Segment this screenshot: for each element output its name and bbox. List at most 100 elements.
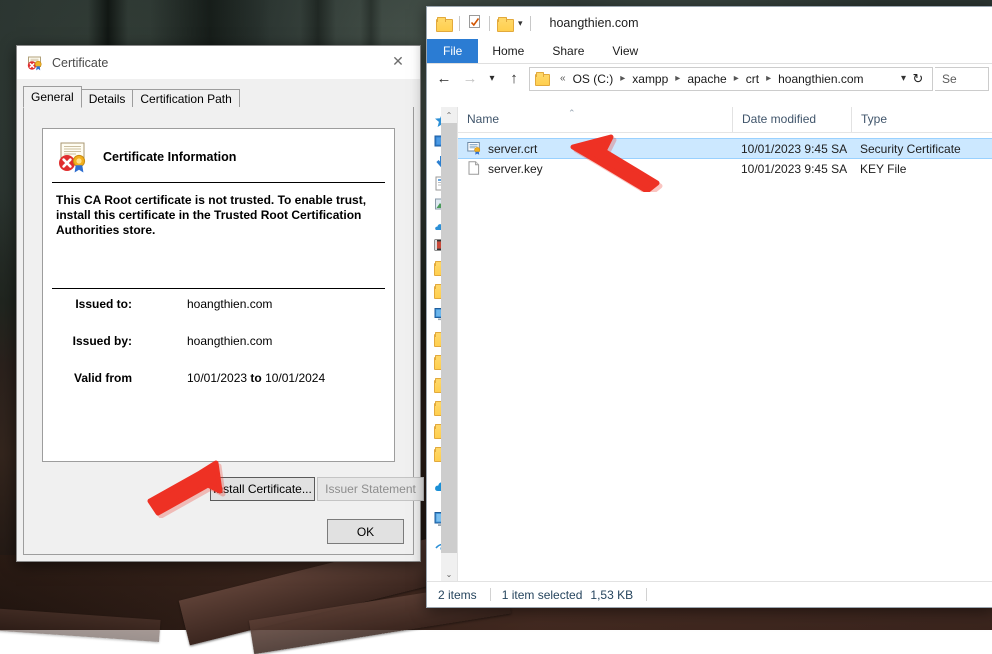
breadcrumb-separator[interactable]: ▸ <box>728 73 745 84</box>
breadcrumb-separator[interactable]: ▸ <box>760 73 777 84</box>
certificate-fields: Issued to: hoangthien.com Issued by: hoa… <box>43 297 394 408</box>
file-date-modified: 10/01/2023 9:45 SA <box>741 161 848 176</box>
search-input[interactable]: Se <box>935 66 989 91</box>
chevron-down-icon[interactable]: ▾ <box>518 18 523 29</box>
certificate-title-bar: Certificate ✕ <box>17 46 420 79</box>
explorer-content: ⌃ ⌄ Name Date modified Type ⌃ server.crt… <box>427 107 992 582</box>
sort-ascending-icon: ⌃ <box>568 108 576 118</box>
breadcrumb-separator[interactable]: ▸ <box>614 73 631 84</box>
field-issued-to: Issued to: hoangthien.com <box>43 297 394 334</box>
chevron-down-icon-recent[interactable]: ▾ <box>483 67 501 91</box>
certificate-tabs: General Details Certification Path <box>23 86 414 108</box>
divider-top <box>52 182 385 183</box>
certificate-info-title: Certificate Information <box>103 150 237 164</box>
navigation-pane-scrollbar[interactable]: ⌃ ⌄ <box>441 107 457 582</box>
install-certificate-button[interactable]: Install Certificate... <box>210 477 315 501</box>
toolbar-separator <box>459 15 460 31</box>
file-name-cell[interactable]: server.crt <box>458 141 732 156</box>
item-count: 2 items <box>438 587 477 602</box>
quick-access-toolbar: ▾ <box>427 14 538 32</box>
certificate-warning-text: This CA Root certificate is not trusted.… <box>56 193 367 237</box>
scroll-down-icon[interactable]: ⌄ <box>441 566 457 582</box>
certificate-dialog-body: General Details Certification Path Certi… <box>17 79 424 561</box>
valid-from-date: 10/01/2023 <box>187 371 248 385</box>
tab-certification-path[interactable]: Certification Path <box>132 89 240 108</box>
column-headers: Name Date modified Type ⌃ <box>458 107 992 133</box>
ribbon-tab-strip: File Home Share View <box>427 39 992 63</box>
file-explorer-window: ▾ hoangthien.com File Home Share View ← … <box>426 6 992 608</box>
divider-bottom <box>52 288 385 289</box>
file-type: KEY File <box>860 161 907 176</box>
valid-to-date: 10/01/2024 <box>265 371 326 385</box>
valid-to-label: to <box>250 371 262 385</box>
column-header-date-modified[interactable]: Date modified <box>732 107 851 132</box>
file-name: server.key <box>488 161 543 176</box>
status-divider <box>489 588 491 601</box>
validity-value: 10/01/2023 to 10/01/2024 <box>187 371 325 385</box>
file-name-cell[interactable]: server.key <box>458 161 732 176</box>
tab-view[interactable]: View <box>598 39 652 63</box>
toolbar-separator-3 <box>529 15 531 31</box>
breadcrumb[interactable]: « OS (C:) ▸ xampp ▸ apache ▸ crt ▸ hoang… <box>529 66 933 91</box>
breadcrumb-separator[interactable]: ▸ <box>669 73 686 84</box>
refresh-icon[interactable]: ↻ <box>908 71 928 87</box>
certificate-icon <box>27 55 43 71</box>
tab-general[interactable]: General <box>23 86 82 108</box>
breadcrumb-item-hoangthien[interactable]: hoangthien.com <box>777 72 864 86</box>
field-issued-by: Issued by: hoangthien.com <box>43 334 394 371</box>
certificate-file-icon <box>467 141 481 156</box>
navigation-pane: ⌃ ⌄ <box>427 107 457 582</box>
tab-file[interactable]: File <box>427 39 479 63</box>
selection-info: 1 item selected <box>501 587 583 602</box>
column-header-type[interactable]: Type <box>851 107 991 132</box>
tab-share[interactable]: Share <box>538 39 598 63</box>
status-divider-2 <box>646 588 648 601</box>
breadcrumb-item-apache[interactable]: apache <box>686 72 727 86</box>
file-name: server.crt <box>488 141 538 156</box>
tab-home[interactable]: Home <box>478 39 538 63</box>
tab-details[interactable]: Details <box>80 89 134 108</box>
explorer-title-bar: ▾ hoangthien.com <box>427 7 992 39</box>
issued-by-label: Issued by: <box>72 334 132 348</box>
scrollbar-thumb[interactable] <box>441 123 457 553</box>
status-bar: 2 items 1 item selected 1,53 KB <box>427 581 992 607</box>
address-bar: ← → ▾ ↑ « OS (C:) ▸ xampp ▸ apache ▸ crt… <box>427 64 992 93</box>
column-header-name[interactable]: Name <box>458 107 732 132</box>
issued-to-value: hoangthien.com <box>187 297 273 311</box>
certificate-info-header: Certificate Information <box>57 141 236 173</box>
close-icon[interactable]: ✕ <box>376 46 420 77</box>
breadcrumb-item-xampp[interactable]: xampp <box>631 72 669 86</box>
chevron-down-icon-address[interactable]: ▾ <box>901 73 906 84</box>
explorer-window-title: hoangthien.com <box>549 16 639 30</box>
certificate-dialog-title: Certificate <box>52 55 109 70</box>
breadcrumb-item-os-c[interactable]: OS (C:) <box>572 72 615 86</box>
general-tab-pane: Certificate Information This CA Root cer… <box>23 107 424 555</box>
generic-file-icon <box>467 161 481 176</box>
table-row[interactable]: server.key 10/01/2023 9:45 SA KEY File <box>458 159 992 178</box>
certificate-dialog: Certificate ✕ General Details Certificat… <box>16 45 424 562</box>
valid-from-label: Valid from <box>73 371 132 385</box>
field-validity: Valid from 10/01/2023 to 10/01/2024 <box>43 371 394 408</box>
scroll-up-icon[interactable]: ⌃ <box>441 107 457 123</box>
properties-icon[interactable] <box>467 14 482 32</box>
arrow-left-icon[interactable]: ← <box>431 67 457 91</box>
breadcrumb-item-crt[interactable]: crt <box>745 72 760 86</box>
file-date-modified: 10/01/2023 9:45 SA <box>741 141 848 156</box>
file-type: Security Certificate <box>860 141 961 156</box>
issued-to-label: Issued to: <box>75 297 132 311</box>
certificate-error-icon <box>57 141 89 173</box>
ok-button[interactable]: OK <box>327 519 404 544</box>
table-row[interactable]: server.crt 10/01/2023 9:45 SA Security C… <box>458 138 992 159</box>
certificate-info-panel: Certificate Information This CA Root cer… <box>42 128 395 462</box>
toolbar-separator-2 <box>489 15 490 31</box>
folder-icon-breadcrumb <box>535 71 550 86</box>
arrow-right-icon: → <box>462 70 478 87</box>
issued-by-value: hoangthien.com <box>187 334 273 348</box>
breadcrumb-overflow[interactable]: « <box>554 73 572 84</box>
arrow-up-icon[interactable]: ↑ <box>501 67 527 91</box>
file-list: Name Date modified Type ⌃ server.crt 10/… <box>457 107 992 582</box>
selection-size: 1,53 KB <box>590 587 634 602</box>
folder-icon[interactable] <box>436 16 453 32</box>
issuer-statement-button[interactable]: Issuer Statement <box>317 477 424 501</box>
new-folder-icon[interactable] <box>497 16 514 32</box>
